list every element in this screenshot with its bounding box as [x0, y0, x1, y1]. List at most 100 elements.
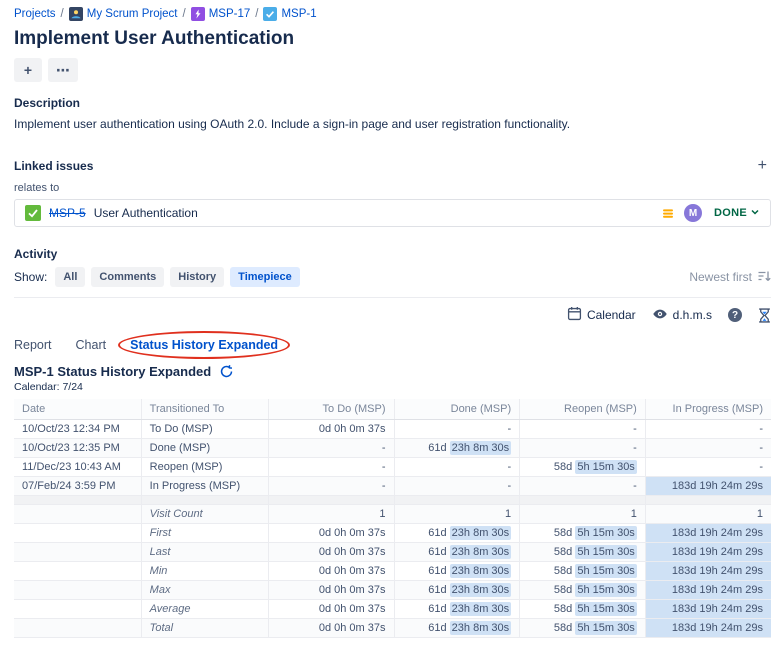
priority-medium-icon: [662, 207, 674, 219]
sort-control[interactable]: Newest first: [689, 269, 771, 286]
sort-descending-icon: [757, 269, 771, 286]
breadcrumb-separator: /: [61, 8, 64, 20]
add-linked-issue-button[interactable]: +: [754, 158, 771, 174]
duration-cell: 183d 19h 24m 29s: [645, 562, 771, 581]
breadcrumb-issue[interactable]: MSP-1: [263, 7, 316, 21]
duration-cell: 61d 23h 8m 30s: [394, 600, 520, 619]
spacer-row: [14, 496, 771, 505]
calendar-button[interactable]: Calendar: [567, 306, 636, 324]
column-header-todo: To Do (MSP): [268, 399, 394, 420]
status-dropdown[interactable]: DONE: [714, 207, 760, 220]
duration-cell: 58d 5h 15m 30s: [520, 600, 646, 619]
more-button[interactable]: ⋯: [48, 58, 78, 82]
duration-cell: 183d 19h 24m 29s: [645, 477, 771, 496]
stat-label-cell: Average: [141, 600, 268, 619]
header-actions: + ⋯: [14, 58, 771, 82]
tab-report[interactable]: Report: [14, 338, 52, 352]
duration-cell: 58d 5h 15m 30s: [520, 562, 646, 581]
timepiece-tabs: Report Chart Status History Expanded: [14, 338, 771, 352]
breadcrumb-project[interactable]: My Scrum Project: [69, 7, 178, 21]
table-header-row: Date Transitioned To To Do (MSP) Done (M…: [14, 399, 771, 420]
stat-label-cell: Max: [141, 581, 268, 600]
tab-chart[interactable]: Chart: [76, 338, 107, 352]
duration-cell: 61d 23h 8m 30s: [394, 581, 520, 600]
transition-row: 07/Feb/24 3:59 PMIn Progress (MSP)---183…: [14, 477, 771, 496]
add-button[interactable]: +: [14, 58, 42, 82]
filter-all[interactable]: All: [55, 267, 85, 287]
linked-issue-key[interactable]: MSP-5: [49, 206, 86, 220]
duration-cell: 61d 23h 8m 30s: [394, 524, 520, 543]
timepiece-panel: Calendar d.h.m.s ? Report Chart Status H…: [14, 297, 771, 638]
duration-cell: 61d 23h 8m 30s: [394, 543, 520, 562]
breadcrumb-epic[interactable]: MSP-17: [191, 7, 251, 21]
description-section: Description Implement user authenticatio…: [14, 96, 771, 132]
breadcrumb-projects[interactable]: Projects: [14, 8, 56, 20]
linked-issue-summary[interactable]: User Authentication: [94, 206, 198, 220]
column-header-inprogress: In Progress (MSP): [645, 399, 771, 420]
duration-cell: 58d 5h 15m 30s: [520, 619, 646, 638]
description-text[interactable]: Implement user authentication using OAut…: [14, 116, 771, 132]
duration-cell: 61d 23h 8m 30s: [394, 439, 520, 458]
duration-cell: -: [520, 420, 646, 439]
date-cell: 10/Oct/23 12:34 PM: [14, 420, 141, 439]
show-label: Show:: [14, 270, 47, 284]
stat-label-cell: First: [141, 524, 268, 543]
stat-row: Total0d 0h 0m 37s61d 23h 8m 30s58d 5h 15…: [14, 619, 771, 638]
calendar-note: Calendar: 7/24: [14, 381, 771, 393]
stat-row: Max0d 0h 0m 37s61d 23h 8m 30s58d 5h 15m …: [14, 581, 771, 600]
column-header-done: Done (MSP): [394, 399, 520, 420]
status-table-body: 10/Oct/23 12:34 PMTo Do (MSP) 0d 0h 0m 37…: [14, 420, 771, 638]
stat-label-cell: Min: [141, 562, 268, 581]
epic-icon: [191, 7, 205, 21]
page-title: Implement User Authentication: [14, 28, 771, 50]
duration-cell: 183d 19h 24m 29s: [645, 543, 771, 562]
date-cell: 10/Oct/23 12:35 PM: [14, 439, 141, 458]
issue-type-icon: [25, 205, 41, 221]
stat-row: Average0d 0h 0m 37s61d 23h 8m 30s58d 5h …: [14, 600, 771, 619]
calendar-icon: [567, 306, 582, 324]
column-header-transitioned-to: Transitioned To: [141, 399, 268, 420]
duration-cell: 0d 0h 0m 37s: [268, 524, 394, 543]
filter-timepiece[interactable]: Timepiece: [230, 267, 300, 287]
duration-cell: 1: [394, 505, 520, 524]
duration-cell: -: [268, 458, 394, 477]
format-button[interactable]: d.h.m.s: [652, 306, 712, 325]
breadcrumb-separator: /: [255, 8, 258, 20]
transition-cell: Reopen (MSP): [141, 458, 268, 477]
project-avatar-icon: [69, 7, 83, 21]
breadcrumb: Projects / My Scrum Project / MSP-17 / M…: [14, 6, 771, 22]
calendar-label: Calendar: [587, 308, 636, 322]
linked-issues-heading: Linked issues: [14, 159, 93, 173]
duration-cell: -: [520, 477, 646, 496]
tab-status-history-expanded[interactable]: Status History Expanded: [130, 338, 278, 352]
assignee-avatar[interactable]: M: [684, 204, 702, 222]
task-icon: [263, 7, 277, 21]
duration-cell: 183d 19h 24m 29s: [645, 524, 771, 543]
transition-cell: Done (MSP): [141, 439, 268, 458]
refresh-icon[interactable]: [219, 364, 234, 379]
breadcrumb-separator: /: [183, 8, 186, 20]
duration-cell: -: [268, 439, 394, 458]
linked-issue-row[interactable]: MSP-5 User Authentication M DONE: [14, 199, 771, 227]
stat-row: Visit Count1111: [14, 505, 771, 524]
date-cell: 07/Feb/24 3:59 PM: [14, 477, 141, 496]
filter-comments[interactable]: Comments: [91, 267, 164, 287]
duration-cell: -: [394, 477, 520, 496]
duration-cell: 183d 19h 24m 29s: [645, 619, 771, 638]
duration-cell: -: [520, 439, 646, 458]
duration-cell: 58d 5h 15m 30s: [520, 543, 646, 562]
hourglass-icon[interactable]: [758, 308, 771, 323]
column-header-reopen: Reopen (MSP): [520, 399, 646, 420]
duration-cell: 1: [520, 505, 646, 524]
transition-cell: To Do (MSP): [141, 420, 268, 439]
filter-history[interactable]: History: [170, 267, 224, 287]
transition-cell: In Progress (MSP): [141, 477, 268, 496]
report-title: MSP-1 Status History Expanded: [14, 364, 211, 379]
duration-cell: -: [268, 477, 394, 496]
duration-cell: -: [645, 439, 771, 458]
duration-cell: 58d 5h 15m 30s: [520, 524, 646, 543]
stat-label-cell: Last: [141, 543, 268, 562]
help-icon[interactable]: ?: [728, 308, 742, 322]
status-history-table: Date Transitioned To To Do (MSP) Done (M…: [14, 399, 771, 638]
transition-row: 10/Oct/23 12:34 PMTo Do (MSP)0d 0h 0m 37…: [14, 420, 771, 439]
